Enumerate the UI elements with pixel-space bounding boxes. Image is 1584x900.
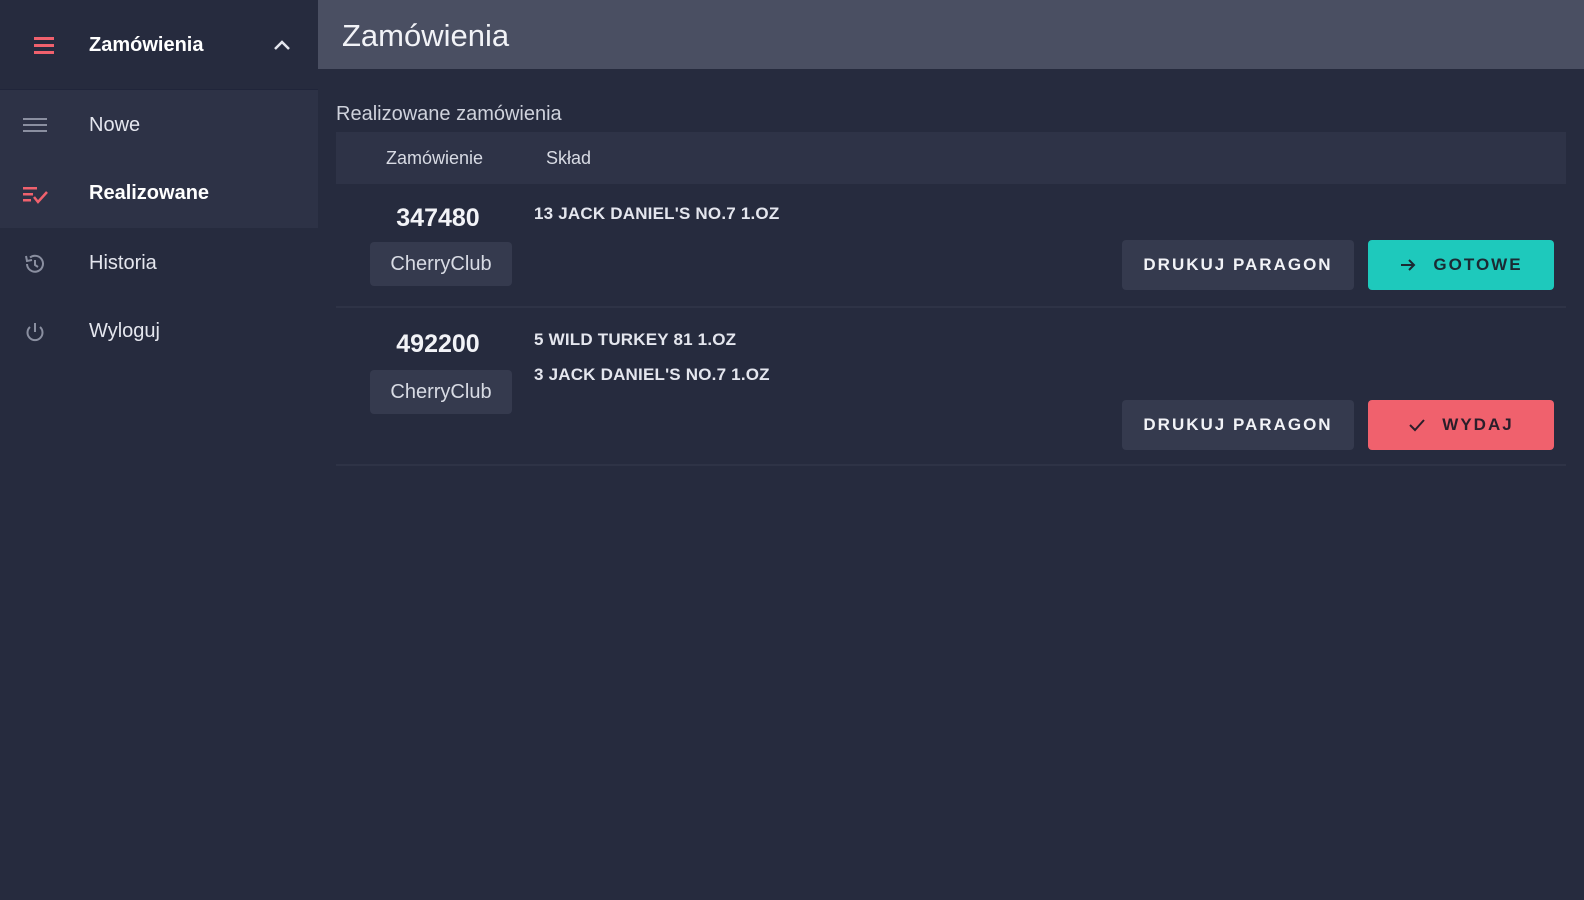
sidebar-item-wyloguj[interactable]: Wyloguj — [0, 302, 318, 362]
sidebar-item-label: Nowe — [89, 114, 141, 136]
sidebar-item-label: Wyloguj — [89, 320, 160, 342]
club-badge: CherryClub — [370, 370, 512, 414]
table-row: 492200 CherryClub 5 WILD TURKEY 81 1.OZ … — [336, 308, 1566, 466]
sidebar-item-historia[interactable]: Historia — [0, 234, 318, 294]
order-item: 5 WILD TURKEY 81 1.OZ — [534, 330, 737, 349]
column-header-order: Zamówienie — [386, 148, 484, 168]
column-header-contents: Skład — [546, 148, 592, 168]
history-icon — [22, 252, 48, 276]
button-label: DRUKUJ PARAGON — [1143, 255, 1333, 274]
orders-table: Zamówienie Skład 347480 CherryClub 13 JA… — [336, 132, 1566, 466]
chevron-up-icon[interactable] — [272, 38, 292, 52]
table-header: Zamówienie Skład — [336, 132, 1566, 184]
button-label: GOTOWE — [1433, 255, 1523, 274]
table-row: 347480 CherryClub 13 JACK DANIEL'S NO.7 … — [336, 184, 1566, 308]
list-icon — [22, 114, 48, 138]
order-number: 492200 — [396, 330, 480, 358]
print-receipt-button[interactable]: DRUKUJ PARAGON — [1122, 240, 1354, 290]
sidebar-item-nowe[interactable]: Nowe — [0, 96, 318, 156]
sidebar-item-label: Realizowane — [89, 182, 210, 204]
power-icon — [22, 320, 48, 344]
sidebar-header[interactable]: Zamówienia — [0, 0, 318, 90]
page-title: Zamówienia — [342, 18, 510, 53]
list-check-icon — [22, 182, 48, 206]
button-label: DRUKUJ PARAGON — [1143, 415, 1333, 434]
sidebar-item-realizowane[interactable]: Realizowane — [0, 164, 318, 224]
sidebar-item-label: Historia — [89, 252, 157, 274]
order-item: 13 JACK DANIEL'S NO.7 1.OZ — [534, 204, 780, 223]
hamburger-menu-icon — [31, 33, 57, 57]
print-receipt-button[interactable]: DRUKUJ PARAGON — [1122, 400, 1354, 450]
top-bar: Zamówienia — [318, 0, 1584, 69]
order-number: 347480 — [396, 204, 480, 232]
done-button[interactable]: GOTOWE — [1368, 240, 1554, 290]
sidebar-header-title: Zamówienia — [89, 34, 204, 56]
club-badge: CherryClub — [370, 242, 512, 286]
issue-button[interactable]: WYDAJ — [1368, 400, 1554, 450]
order-item: 3 JACK DANIEL'S NO.7 1.OZ — [534, 365, 770, 384]
arrow-right-icon — [1399, 257, 1417, 273]
section-title: Realizowane zamówienia — [336, 103, 562, 125]
sidebar: Zamówienia Nowe Realizowane Historia Wyl… — [0, 0, 318, 900]
sidebar-submenu: Nowe Realizowane — [0, 90, 318, 228]
button-label: WYDAJ — [1442, 415, 1514, 434]
checkmark-icon — [1408, 417, 1426, 433]
